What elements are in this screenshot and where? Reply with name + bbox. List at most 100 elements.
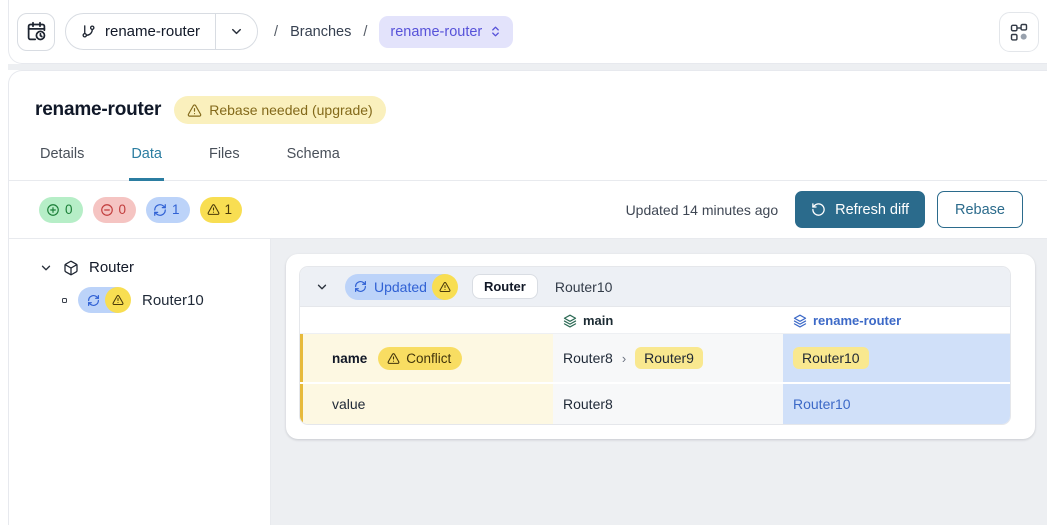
- tab-details[interactable]: Details: [38, 146, 86, 181]
- field-label: name: [332, 351, 367, 366]
- sync-icon: [354, 280, 367, 293]
- home-logo-button[interactable]: [17, 13, 55, 51]
- layers-icon: [793, 314, 807, 328]
- diff-toolbar: 0 0 1 1 Updated 14 minutes ago: [9, 181, 1047, 239]
- type-badge: Router: [472, 274, 538, 299]
- breadcrumb-branches[interactable]: Branches: [290, 24, 351, 40]
- breadcrumb-separator: /: [274, 24, 278, 40]
- refresh-diff-button[interactable]: Refresh diff: [795, 191, 925, 228]
- calendar-clock-icon: [26, 21, 47, 42]
- base-value: Router8: [563, 396, 613, 412]
- diff-table-header: Updated Router Router10: [300, 267, 1010, 307]
- compare-value-cell: Router10: [783, 384, 1010, 424]
- conflict-badge-label: Conflict: [406, 351, 451, 366]
- stat-added: 0: [39, 197, 83, 223]
- stat-updated: 1: [146, 197, 190, 223]
- tab-files[interactable]: Files: [207, 146, 242, 181]
- sync-icon: [87, 294, 100, 307]
- stat-conflicts: 1: [200, 197, 243, 223]
- chevron-down-icon: [216, 24, 257, 39]
- stat-added-count: 0: [65, 202, 73, 217]
- toolbar-actions: Updated 14 minutes ago Refresh diff Reba…: [626, 191, 1023, 228]
- chevron-down-icon: [315, 280, 329, 294]
- diff-card: Updated Router Router10: [286, 254, 1035, 439]
- breadcrumb: / Branches / rename-router: [274, 16, 513, 48]
- breadcrumb-current-label: rename-router: [390, 24, 482, 40]
- stat-removed-count: 0: [119, 202, 127, 217]
- minus-circle-icon: [100, 203, 114, 217]
- bullet-icon: [62, 298, 67, 303]
- tree-node-router[interactable]: Router: [39, 259, 270, 276]
- new-value-highlight: Router9: [635, 347, 703, 369]
- diff-stats: 0 0 1 1: [39, 197, 242, 223]
- refresh-diff-label: Refresh diff: [835, 202, 909, 218]
- arrow-right-icon: ›: [622, 351, 626, 366]
- updated-badge-label: Updated: [374, 279, 427, 295]
- breadcrumb-separator: /: [363, 24, 367, 40]
- rebase-button[interactable]: Rebase: [937, 191, 1023, 228]
- rebase-needed-badge: Rebase needed (upgrade): [174, 96, 385, 124]
- collapse-toggle[interactable]: [313, 278, 331, 296]
- branch-name: rename-router: [105, 23, 200, 40]
- warning-icon: [207, 203, 220, 216]
- tab-bar: Details Data Files Schema: [9, 146, 1047, 181]
- base-branch-column-header: main: [553, 307, 783, 333]
- diff-table: Updated Router Router10: [299, 266, 1011, 425]
- box-icon: [63, 260, 79, 276]
- tab-schema[interactable]: Schema: [285, 146, 342, 181]
- tree-child-label: Router10: [142, 292, 204, 309]
- conflict-badge: Conflict: [378, 347, 462, 370]
- page-title: rename-router: [35, 99, 161, 121]
- chevrons-up-down-icon: [489, 25, 502, 38]
- tab-data[interactable]: Data: [129, 146, 164, 181]
- layers-icon: [563, 314, 577, 328]
- conflict-badge-circle: [432, 274, 458, 300]
- compare-value-cell: Router10: [783, 334, 1010, 382]
- stat-updated-count: 1: [172, 202, 180, 217]
- chevron-down-icon: [39, 261, 53, 275]
- warning-icon: [387, 352, 400, 365]
- warning-icon: [112, 294, 124, 306]
- page-header: rename-router Rebase needed (upgrade): [9, 71, 1047, 124]
- rebase-needed-label: Rebase needed (upgrade): [209, 102, 372, 118]
- base-value-cell: Router8: [553, 384, 783, 424]
- warning-icon: [187, 103, 202, 118]
- git-branch-icon: [81, 24, 96, 39]
- branch-selector[interactable]: rename-router: [65, 13, 258, 50]
- conflict-badge-circle: [105, 287, 131, 313]
- field-column-header: [300, 307, 553, 333]
- branch-selector-label: rename-router: [66, 23, 215, 40]
- compare-branch-column-header: rename-router: [783, 307, 1010, 333]
- compare-value: Router10: [793, 396, 851, 412]
- sync-icon: [153, 203, 167, 217]
- schema-graph-button[interactable]: [999, 12, 1039, 52]
- base-branch-name: main: [583, 313, 613, 328]
- stat-removed: 0: [93, 197, 137, 223]
- graph-nodes-icon: [1009, 22, 1029, 42]
- field-cell: value: [300, 384, 553, 424]
- updated-conflict-badge: Updated: [345, 274, 458, 300]
- updated-badge-segment: Updated: [345, 274, 445, 300]
- compare-branch-name: rename-router: [813, 313, 901, 328]
- field-cell: name Conflict: [300, 334, 553, 382]
- base-value-cell: Router8 › Router9: [553, 334, 783, 382]
- diff-row-name: name Conflict Router8 › Router9: [300, 334, 1010, 382]
- tree-node-router10[interactable]: Router10: [62, 287, 270, 313]
- old-value: Router8: [563, 350, 613, 366]
- warning-icon: [439, 281, 451, 293]
- plus-circle-icon: [46, 203, 60, 217]
- content-panel: rename-router Rebase needed (upgrade) De…: [8, 70, 1047, 525]
- compare-value-highlight: Router10: [793, 347, 869, 369]
- diff-sidebar: Router Router10: [9, 239, 271, 525]
- top-navbar: rename-router / Branches / rename-router: [8, 0, 1047, 64]
- breadcrumb-current-selector[interactable]: rename-router: [379, 16, 513, 48]
- updated-timestamp: Updated 14 minutes ago: [626, 202, 779, 218]
- diff-body: Router Router10: [9, 239, 1047, 525]
- stat-conflicts-count: 1: [225, 202, 233, 217]
- field-label: value: [332, 396, 365, 412]
- diff-main-area: Updated Router Router10: [271, 239, 1047, 525]
- diff-item-name: Router10: [555, 279, 613, 295]
- updated-conflict-badge: [78, 287, 131, 313]
- tree-root-label: Router: [89, 259, 134, 276]
- diff-column-headers: main rename-router: [300, 307, 1010, 334]
